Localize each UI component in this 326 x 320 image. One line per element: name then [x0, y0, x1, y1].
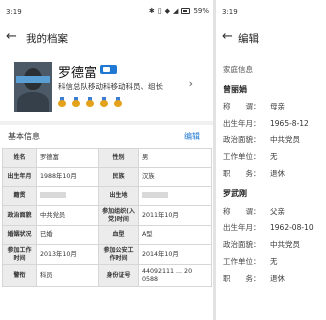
status-bar: 3:19 ✱ ▯ ◆ ◢ 59% — [0, 0, 213, 22]
member-field: 出生年月： 1962-08-10 — [223, 223, 314, 232]
avatar[interactable] — [14, 62, 52, 112]
table-row: 警衔 科员 身份证号 44092111 ... 20 0588 — [2, 264, 212, 287]
profile-screen: 3:19 ✱ ▯ ◆ ◢ 59% ← 我的档案 罗德富 科信总队移动科移动科员、… — [0, 0, 213, 320]
app-bar: ← 编辑 — [216, 24, 326, 50]
cell-label: 参加组织(入党)时间 — [98, 205, 139, 226]
page-title: 我的档案 — [26, 33, 68, 45]
id-badge-icon — [100, 65, 117, 74]
edit-screen: 3:19 ← 编辑 家庭信息 曾丽娟 称 谓： 母亲 出生年月： 1965-8-12… — [216, 0, 326, 320]
cell-label: 出生年月 — [2, 167, 37, 187]
member-field: 称 谓： 父亲 — [223, 207, 285, 216]
cell-label: 姓名 — [2, 148, 37, 168]
back-arrow-icon[interactable]: ← — [222, 30, 233, 43]
status-bar: 3:19 — [216, 0, 326, 22]
redacted-value — [40, 192, 66, 198]
bluetooth-icon: ✱ — [148, 7, 155, 15]
cell-value: 罗德富 — [36, 148, 99, 168]
status-time: 3:19 — [222, 8, 238, 16]
cell-value: 科员 — [36, 264, 99, 287]
profile-subtitle: 科信总队移动科移动科员、组长 — [58, 82, 163, 91]
table-row: 出生年月 1988年10月 民族 汉族 — [2, 167, 212, 187]
medal-icon — [100, 97, 108, 107]
table-row: 籍贯 出生地 — [2, 186, 212, 206]
member-field: 出生年月： 1965-8-12 — [223, 119, 309, 128]
cell-value: 1988年10月 — [36, 167, 99, 187]
member-field: 工作单位：无 — [223, 257, 278, 266]
cell-label: 参加公安工作时间 — [98, 244, 139, 265]
cell-value: 2011年10月 — [138, 205, 212, 226]
cell-value: 男 — [138, 148, 212, 168]
status-icons: ✱ ▯ ◆ ◢ 59% — [149, 7, 209, 15]
medal-icon — [86, 97, 94, 107]
battery-icon — [181, 8, 191, 14]
section-divider — [0, 121, 213, 125]
profile-name: 罗德富 — [58, 66, 98, 81]
cell-value — [138, 186, 212, 206]
member-field: 工作单位：无 — [223, 152, 278, 161]
app-bar: ← 我的档案 — [0, 24, 213, 50]
table-row: 参加工作时间 2013年10月 参加公安工作时间 2014年10月 — [2, 244, 212, 265]
cell-label: 民族 — [98, 167, 139, 187]
medal-icon — [72, 97, 80, 107]
cell-label: 政治面貌 — [2, 205, 37, 226]
cell-label: 性别 — [98, 148, 139, 168]
member-field: 职 务： 退休 — [223, 274, 285, 283]
table-row: 婚姻状况 已婚 血型 A型 — [2, 225, 212, 245]
member-field: 政治面貌： 中共党员 — [223, 135, 300, 144]
page-title: 编辑 — [238, 33, 259, 45]
medal-icon — [58, 97, 66, 107]
cell-value: 中共党员 — [36, 205, 99, 226]
member-field: 政治面貌： 中共党员 — [223, 240, 300, 249]
cell-label: 血型 — [98, 225, 139, 245]
edit-link[interactable]: 编辑 — [184, 131, 200, 142]
cell-label: 身份证号 — [98, 264, 139, 287]
cell-label: 参加工作时间 — [2, 244, 37, 265]
basic-info-title: 基本信息 — [8, 132, 40, 141]
status-time: 3:19 — [6, 8, 22, 16]
member-field: 职 务： 退休 — [223, 169, 285, 178]
table-row: 姓名 罗德富 性别 男 — [2, 148, 212, 168]
cell-value: 44092111 ... 20 0588 — [138, 264, 212, 287]
medal-icon — [114, 97, 122, 107]
cell-label: 籍贯 — [2, 186, 37, 206]
table-row: 政治面貌 中共党员 参加组织(入党)时间 2011年10月 — [2, 205, 212, 226]
member-name: 曾丽娟 — [223, 85, 247, 94]
basic-info-table: 姓名 罗德富 性别 男 出生年月 1988年10月 民族 汉族 籍贯 出生地 政… — [2, 148, 212, 287]
medal-list — [58, 97, 122, 107]
vibrate-icon: ▯ — [157, 7, 162, 15]
cell-label: 出生地 — [98, 186, 139, 206]
cell-value: 已婚 — [36, 225, 99, 245]
wifi-icon: ◆ — [164, 7, 171, 15]
basic-info-header: 基本信息 编辑 — [0, 128, 213, 144]
battery-percent: 59% — [193, 7, 209, 15]
signal-icon: ◢ — [173, 7, 179, 15]
chevron-right-icon[interactable]: › — [189, 77, 193, 90]
cell-value: 2013年10月 — [36, 244, 99, 265]
cell-value — [36, 186, 99, 206]
cell-value: A型 — [138, 225, 212, 245]
member-name: 罗武刚 — [223, 189, 247, 198]
cell-value: 2014年10月 — [138, 244, 212, 265]
cell-label: 警衔 — [2, 264, 37, 287]
cell-label: 婚姻状况 — [2, 225, 37, 245]
family-info-label: 家庭信息 — [223, 65, 253, 74]
member-field: 称 谓： 母亲 — [223, 102, 285, 111]
redacted-value — [142, 192, 168, 198]
cell-value: 汉族 — [138, 167, 212, 187]
back-arrow-icon[interactable]: ← — [6, 30, 17, 43]
